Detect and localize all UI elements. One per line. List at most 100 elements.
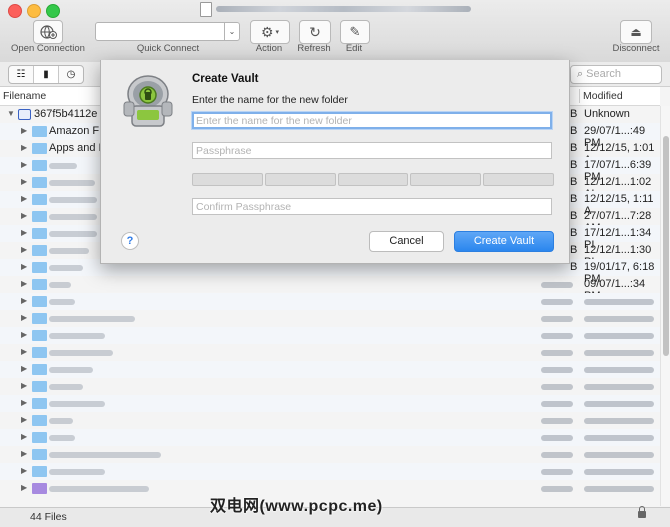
- disconnect-button[interactable]: ⏏: [620, 20, 652, 44]
- help-button[interactable]: ?: [121, 232, 139, 250]
- action-button[interactable]: ⚙ ▾: [250, 20, 290, 44]
- blurred-size: [541, 435, 573, 441]
- disclosure-triangle-icon[interactable]: ▶: [21, 364, 27, 373]
- blurred-modified: [584, 486, 654, 492]
- disclosure-triangle-icon[interactable]: ▶: [21, 381, 27, 390]
- folder-icon: [32, 262, 47, 273]
- table-row[interactable]: ▶: [0, 327, 660, 344]
- pencil-icon: ✎: [349, 24, 361, 39]
- edit-button[interactable]: ✎: [340, 20, 370, 44]
- table-row[interactable]: ▶: [0, 412, 660, 429]
- disclosure-triangle-icon[interactable]: ▶: [21, 228, 27, 237]
- disclosure-triangle-icon[interactable]: ▶: [21, 296, 27, 305]
- file-size: B: [570, 159, 578, 171]
- create-vault-dialog: Create Vault Enter the name for the new …: [100, 60, 570, 264]
- table-row[interactable]: ▶: [0, 344, 660, 361]
- disclosure-triangle-icon[interactable]: ▶: [21, 262, 27, 271]
- disclosure-triangle-icon[interactable]: ▶: [21, 143, 27, 152]
- create-vault-button[interactable]: Create Vault: [454, 231, 554, 252]
- filename-column-header[interactable]: Filename: [3, 90, 46, 102]
- quick-connect-input[interactable]: [95, 22, 227, 41]
- blurred-modified: [584, 367, 654, 373]
- disclosure-triangle-icon[interactable]: ▶: [21, 245, 27, 254]
- table-row[interactable]: ▶: [0, 463, 660, 480]
- strength-segment: [264, 173, 336, 186]
- disclosure-triangle-icon[interactable]: ▶: [21, 313, 27, 322]
- blurred-size: [541, 350, 573, 356]
- blurred-modified: [584, 299, 654, 305]
- outline-view-icon[interactable]: ☷: [9, 66, 34, 83]
- blurred-name: [49, 418, 73, 424]
- zoom-window-button[interactable]: [46, 4, 60, 18]
- disclosure-triangle-icon[interactable]: ▶: [21, 432, 27, 441]
- toolbar: Open Connection ⌄ Quick Connect ⚙ ▾ Acti…: [0, 0, 670, 63]
- document-icon: [200, 2, 212, 17]
- blurred-name: [49, 214, 97, 220]
- scrollbar-thumb[interactable]: [663, 136, 669, 356]
- folder-icon: [32, 279, 47, 290]
- blurred-modified: [584, 435, 654, 441]
- disclosure-triangle-icon[interactable]: ▶: [21, 211, 27, 220]
- blurred-modified: [584, 401, 654, 407]
- disclosure-triangle-icon[interactable]: ▶: [21, 279, 27, 288]
- column-divider[interactable]: [579, 89, 580, 103]
- passphrase-input[interactable]: Passphrase: [192, 142, 552, 159]
- cancel-button[interactable]: Cancel: [369, 231, 444, 252]
- search-field[interactable]: ⌕ Search: [570, 65, 662, 84]
- disclosure-triangle-icon[interactable]: ▶: [21, 449, 27, 458]
- table-row[interactable]: ▶: [0, 310, 660, 327]
- folder-icon: [32, 160, 47, 171]
- table-row[interactable]: ▶ 09/07/1...:34 PM: [0, 276, 660, 302]
- file-name: 367f5b4112e: [34, 108, 98, 120]
- blurred-size: [541, 486, 573, 492]
- table-row[interactable]: ▶: [0, 293, 660, 310]
- disclosure-triangle-icon[interactable]: ▶: [21, 194, 27, 203]
- table-row[interactable]: ▶: [0, 429, 660, 446]
- disclosure-triangle-icon[interactable]: ▶: [21, 466, 27, 475]
- disclosure-triangle-icon[interactable]: ▶: [21, 398, 27, 407]
- table-row[interactable]: ▶: [0, 395, 660, 412]
- folder-icon: [32, 449, 47, 460]
- chevron-down-icon: ▾: [275, 29, 280, 36]
- disclosure-triangle-icon[interactable]: ▶: [21, 330, 27, 339]
- history-clock-icon[interactable]: ◷: [59, 66, 83, 83]
- strength-segment: [192, 173, 263, 186]
- strength-segment: [410, 173, 482, 186]
- blurred-modified: [584, 418, 654, 424]
- blurred-size: [541, 418, 573, 424]
- blurred-size: [541, 401, 573, 407]
- file-size: B: [570, 125, 578, 137]
- vault-name-input[interactable]: Enter the name for the new folder: [192, 112, 552, 129]
- disclosure-triangle-icon[interactable]: ▶: [21, 126, 27, 135]
- blurred-name: [49, 401, 105, 407]
- disclosure-triangle-icon[interactable]: ▼: [7, 109, 15, 118]
- disclosure-triangle-icon[interactable]: ▶: [21, 160, 27, 169]
- open-connection-button[interactable]: [33, 20, 63, 44]
- file-size: B: [570, 108, 578, 120]
- disclosure-triangle-icon[interactable]: ▶: [21, 177, 27, 186]
- disclosure-triangle-icon[interactable]: ▶: [21, 483, 27, 492]
- disclosure-triangle-icon[interactable]: ▶: [21, 347, 27, 356]
- minimize-window-button[interactable]: [27, 4, 41, 18]
- disclosure-triangle-icon[interactable]: ▶: [21, 415, 27, 424]
- blurred-name: [49, 163, 77, 169]
- bookmarks-icon[interactable]: ▮: [34, 66, 59, 83]
- blurred-modified: [584, 452, 654, 458]
- refresh-button[interactable]: ↻: [299, 20, 331, 44]
- file-modified: Unknown: [584, 108, 630, 120]
- table-row[interactable]: ▶: [0, 446, 660, 463]
- close-window-button[interactable]: [8, 4, 22, 18]
- blurred-name: [49, 248, 89, 254]
- modified-column-header[interactable]: Modified: [583, 90, 623, 102]
- search-icon: ⌕: [577, 68, 584, 80]
- file-count: 44 Files: [30, 511, 67, 523]
- table-row[interactable]: ▶: [0, 361, 660, 378]
- blurred-name: [49, 180, 95, 186]
- blurred-size: [541, 316, 573, 322]
- vertical-scrollbar[interactable]: [660, 106, 670, 506]
- blurred-name: [49, 469, 105, 475]
- confirm-passphrase-input[interactable]: Confirm Passphrase: [192, 198, 552, 215]
- quick-connect-dropdown[interactable]: ⌄: [224, 22, 240, 41]
- table-row[interactable]: ▶: [0, 378, 660, 395]
- folder-icon: [32, 245, 47, 256]
